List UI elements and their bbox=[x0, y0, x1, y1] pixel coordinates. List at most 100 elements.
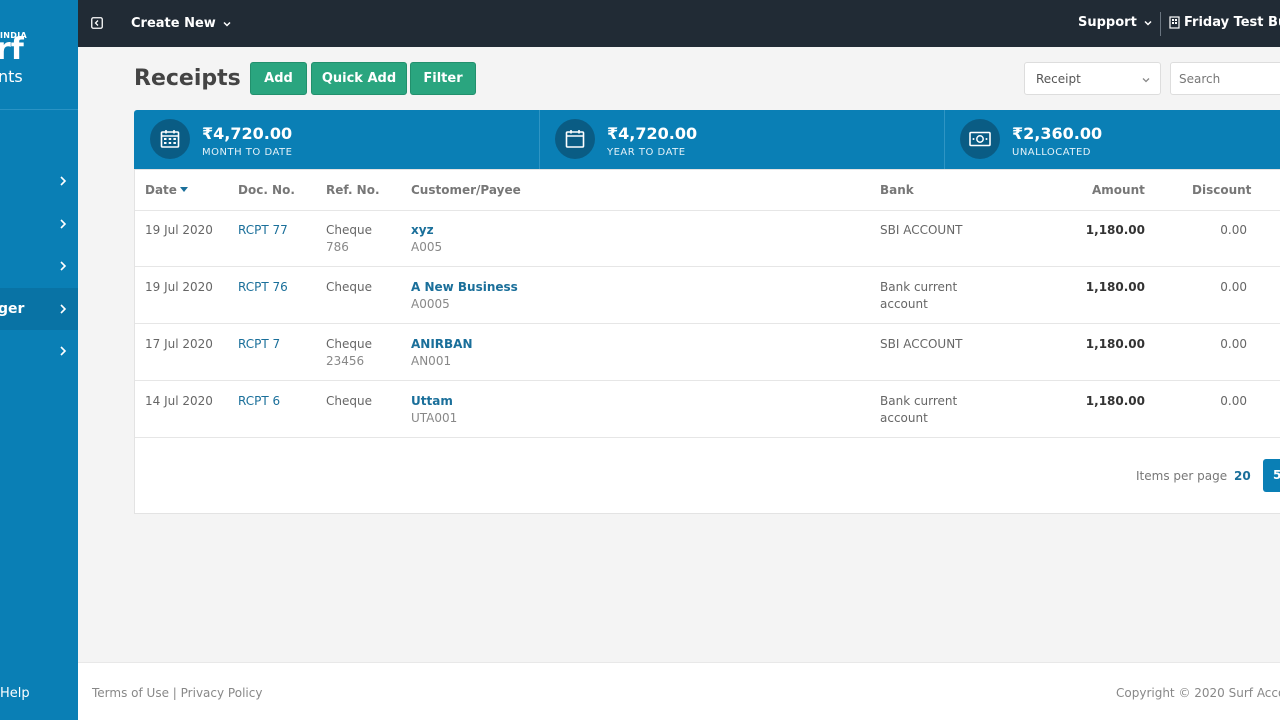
column-header-customer[interactable]: Customer/Payee bbox=[411, 183, 521, 197]
customer-link[interactable]: xyz bbox=[411, 222, 442, 239]
privacy-link[interactable]: Privacy Policy bbox=[181, 686, 263, 700]
row-customer: Uttam UTA001 bbox=[411, 393, 458, 425]
row-date: 19 Jul 2020 bbox=[145, 223, 213, 237]
customer-link[interactable]: ANIRBAN bbox=[411, 336, 473, 353]
footer-links: Terms of Use | Privacy Policy bbox=[92, 686, 262, 700]
page-title: Receipts bbox=[134, 66, 241, 91]
row-bank: SBI ACCOUNT bbox=[880, 337, 963, 351]
terms-link[interactable]: Terms of Use bbox=[92, 686, 169, 700]
row-amount: 1,180.00 bbox=[1085, 394, 1145, 408]
type-select-value: Receipt bbox=[1036, 72, 1081, 86]
business-name: Friday Test Busi bbox=[1184, 15, 1280, 30]
brand-logo[interactable]: INDIA rf nts bbox=[0, 0, 78, 110]
stat-label: UNALLOCATED bbox=[1012, 147, 1091, 158]
add-button[interactable]: Add bbox=[250, 62, 307, 95]
row-amount: 1,180.00 bbox=[1085, 280, 1145, 294]
type-select[interactable]: Receipt bbox=[1024, 62, 1161, 95]
row-discount: 0.00 bbox=[1220, 394, 1247, 408]
support-menu[interactable]: Support bbox=[1078, 15, 1153, 30]
row-ref: Cheque bbox=[326, 394, 372, 408]
table-row[interactable]: 17 Jul 2020 RCPT 7 Cheque 23456 ANIRBAN … bbox=[135, 324, 1280, 381]
row-bank: Bank current account bbox=[880, 394, 958, 425]
stat-value: ₹2,360.00 bbox=[1012, 124, 1103, 143]
footer: Terms of Use | Privacy Policy Copyright … bbox=[78, 662, 1280, 720]
help-link[interactable]: Help bbox=[0, 686, 30, 701]
column-header-discount[interactable]: Discount bbox=[1192, 183, 1251, 197]
row-customer: xyz A005 bbox=[411, 222, 443, 254]
copyright: Copyright © 2020 Surf Account bbox=[1116, 686, 1280, 700]
chevron-down-icon bbox=[1144, 20, 1152, 26]
stat-label: YEAR TO DATE bbox=[607, 147, 686, 158]
row-customer: ANIRBAN AN001 bbox=[411, 336, 473, 368]
sidebar-item-1[interactable] bbox=[0, 160, 78, 202]
column-header-date[interactable]: Date bbox=[145, 183, 188, 197]
chevron-right-icon bbox=[60, 261, 67, 271]
sidebar-item-label: ger bbox=[0, 301, 25, 317]
row-date: 14 Jul 2020 bbox=[145, 394, 213, 408]
row-doc-link[interactable]: RCPT 6 bbox=[238, 393, 280, 410]
support-label: Support bbox=[1078, 15, 1137, 30]
row-discount: 0.00 bbox=[1220, 280, 1247, 294]
row-discount: 0.00 bbox=[1220, 223, 1247, 237]
create-new-menu[interactable]: Create New bbox=[131, 16, 232, 31]
row-doc-link[interactable]: RCPT 76 bbox=[238, 279, 288, 296]
stat-month-to-date: ₹4,720.00 MONTH TO DATE bbox=[134, 110, 539, 169]
stat-year-to-date: ₹4,720.00 YEAR TO DATE bbox=[539, 110, 944, 169]
sidebar-toggle-icon[interactable] bbox=[91, 17, 103, 29]
logo-sub: nts bbox=[0, 67, 23, 86]
table-row[interactable]: 19 Jul 2020 RCPT 77 Cheque 786 xyz A005 … bbox=[135, 210, 1280, 267]
stat-label: MONTH TO DATE bbox=[202, 147, 293, 158]
row-ref: Cheque 786 bbox=[326, 223, 372, 254]
footer-separator: | bbox=[172, 686, 177, 700]
column-header-ref-no[interactable]: Ref. No. bbox=[326, 183, 380, 197]
row-ref: Cheque bbox=[326, 280, 372, 294]
stats-band: ₹4,720.00 MONTH TO DATE ₹4,720.00 YEAR T… bbox=[134, 110, 1280, 169]
row-amount: 1,180.00 bbox=[1085, 223, 1145, 237]
chevron-down-icon bbox=[223, 21, 231, 27]
building-icon bbox=[1169, 16, 1180, 29]
quick-add-button[interactable]: Quick Add bbox=[311, 62, 407, 95]
chevron-right-icon bbox=[60, 304, 67, 314]
row-ref: Cheque 23456 bbox=[326, 337, 372, 368]
chevron-down-icon bbox=[1142, 78, 1150, 83]
per-page-option-selected[interactable]: 5 bbox=[1263, 459, 1280, 492]
row-discount: 0.00 bbox=[1220, 337, 1247, 351]
sidebar-item-5[interactable] bbox=[0, 330, 78, 372]
business-switcher[interactable]: Friday Test Busi bbox=[1169, 15, 1280, 30]
table-row[interactable]: 14 Jul 2020 RCPT 6 Cheque Uttam UTA001 B… bbox=[135, 381, 1280, 438]
row-doc-link[interactable]: RCPT 77 bbox=[238, 222, 288, 239]
search-input[interactable] bbox=[1170, 62, 1280, 95]
sidebar-item-ledger[interactable]: ger bbox=[0, 288, 78, 330]
sidebar-item-2[interactable] bbox=[0, 203, 78, 245]
items-per-page-label: Items per page bbox=[1136, 469, 1228, 483]
stat-unallocated: ₹2,360.00 UNALLOCATED bbox=[944, 110, 1280, 169]
per-page-option-20[interactable]: 20 bbox=[1234, 469, 1251, 483]
column-header-doc-no[interactable]: Doc. No. bbox=[238, 183, 295, 197]
top-bar: Create New Support Friday Test Busi bbox=[78, 0, 1280, 47]
chevron-right-icon bbox=[60, 219, 67, 229]
stat-value: ₹4,720.00 bbox=[202, 124, 293, 143]
chevron-right-icon bbox=[60, 346, 67, 356]
row-bank: Bank current account bbox=[880, 280, 958, 311]
row-amount: 1,180.00 bbox=[1085, 337, 1145, 351]
calendar-grid-icon bbox=[150, 119, 190, 159]
sidebar: INDIA rf nts ger Help bbox=[0, 0, 78, 720]
logo-name: rf bbox=[0, 32, 24, 67]
money-icon bbox=[960, 119, 1000, 159]
receipts-table: Date Doc. No. Ref. No. Customer/Payee Ba… bbox=[134, 169, 1280, 514]
row-doc-link[interactable]: RCPT 7 bbox=[238, 336, 280, 353]
chevron-right-icon bbox=[60, 176, 67, 186]
row-customer: A New Business A0005 bbox=[411, 279, 518, 311]
row-bank: SBI ACCOUNT bbox=[880, 223, 963, 237]
sidebar-item-3[interactable] bbox=[0, 245, 78, 287]
customer-link[interactable]: Uttam bbox=[411, 393, 457, 410]
table-row[interactable]: 19 Jul 2020 RCPT 76 Cheque A New Busines… bbox=[135, 267, 1280, 324]
column-header-amount[interactable]: Amount bbox=[1092, 183, 1145, 197]
filter-button[interactable]: Filter bbox=[410, 62, 476, 95]
sort-desc-icon bbox=[179, 187, 188, 192]
column-header-bank[interactable]: Bank bbox=[880, 183, 914, 197]
row-date: 17 Jul 2020 bbox=[145, 337, 213, 351]
customer-link[interactable]: A New Business bbox=[411, 279, 518, 296]
calendar-icon bbox=[555, 119, 595, 159]
stat-value: ₹4,720.00 bbox=[607, 124, 698, 143]
